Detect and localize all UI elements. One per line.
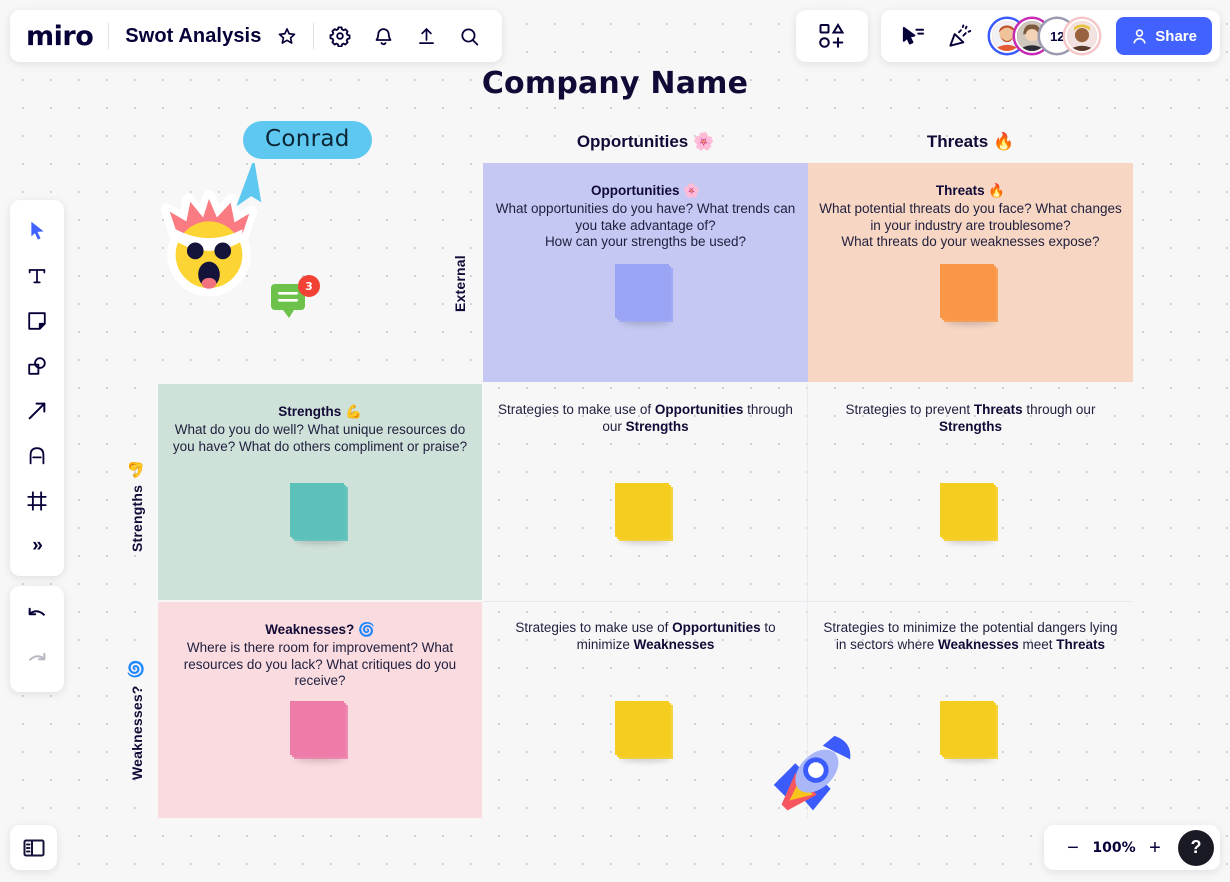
column-header-opportunities: Opportunities 🌸 [576, 132, 715, 151]
arrow-tool[interactable] [16, 388, 58, 433]
tool-rail: » [10, 200, 64, 576]
quadrant-opportunities-title: Opportunities 🌸 [590, 183, 701, 198]
share-button[interactable]: Share [1116, 17, 1212, 55]
quadrant-threats-title: Threats 🔥 [935, 183, 1006, 198]
comment-count-badge: 3 [298, 275, 320, 297]
pen-tool[interactable] [16, 433, 58, 478]
party-popper-icon[interactable] [942, 19, 976, 53]
shapes-panel-button[interactable] [796, 10, 868, 62]
quadrant-weaknesses-title: Weaknesses? 🌀 [265, 622, 375, 637]
sticky-note-weaknesses[interactable] [290, 701, 348, 762]
sticky-note-st[interactable] [940, 483, 998, 544]
board-company-title: Company Name [481, 66, 749, 101]
shapes-tool[interactable] [16, 343, 58, 388]
frame-tool[interactable] [16, 478, 58, 523]
zoom-out-button[interactable]: − [1058, 833, 1088, 863]
st-strategy-text: Strategies to prevent Threats through ou… [845, 402, 1096, 434]
wt-strategy-text: Strategies to minimize the potential dan… [823, 620, 1118, 652]
quadrant-threats-body: What potential threats do you face? What… [819, 201, 1122, 250]
wo-strategy-text: Strategies to make use of Opportunities … [515, 620, 776, 652]
search-icon[interactable] [452, 19, 486, 53]
flexed-biceps-emoji: 💪 [128, 460, 145, 479]
zoom-controls: − 100% + ? [1044, 825, 1220, 870]
quadrant-strengths-title: Strengths 💪 [278, 404, 362, 419]
sticky-note-wo[interactable] [615, 701, 673, 762]
more-tools-button[interactable]: » [16, 523, 58, 568]
collaborator-avatars[interactable]: 12 [990, 19, 1100, 53]
quadrant-opportunities-body: What opportunities do you have? What tre… [495, 201, 796, 250]
sticky-note-opportunities[interactable] [615, 264, 673, 325]
undo-icon[interactable] [16, 594, 58, 639]
header-divider-2 [313, 23, 315, 49]
help-button[interactable]: ? [1178, 829, 1214, 866]
column-header-threats: Threats 🔥 [926, 132, 1015, 151]
collaborator-cursor-label: Conrad [243, 121, 372, 159]
collaborator-cursor-pointer [222, 158, 272, 214]
quadrant-weaknesses-body: Where is there room for improvement? Wha… [183, 640, 457, 689]
text-tool[interactable] [16, 253, 58, 298]
cyclone-emoji: 🌀 [128, 660, 145, 680]
so-strategy-text: Strategies to make use of Opportunities … [498, 402, 793, 434]
axis-label-strengths-text: Strengths [129, 484, 145, 552]
board-header-bar: miro Swot Analysis [10, 10, 503, 62]
sticky-note-wt[interactable] [940, 701, 998, 762]
board-title[interactable]: Swot Analysis [109, 25, 270, 48]
axis-label-external: External [452, 240, 468, 312]
select-tool[interactable] [16, 208, 58, 253]
upload-icon[interactable] [409, 19, 443, 53]
gear-icon[interactable] [323, 19, 357, 53]
sticky-note-so[interactable] [615, 483, 673, 544]
avatar[interactable] [1065, 19, 1100, 53]
rocket-illustration [757, 728, 865, 826]
axis-label-weaknesses: Weaknesses? 🌀 [128, 640, 146, 780]
sidebar-panel-toggle[interactable] [10, 825, 57, 870]
star-icon[interactable] [270, 19, 304, 53]
zoom-level-label: 100% [1092, 839, 1136, 856]
miro-logo[interactable]: miro [26, 21, 108, 52]
axis-label-weaknesses-text: Weaknesses? [129, 685, 145, 780]
bell-icon[interactable] [366, 19, 400, 53]
share-button-label: Share [1155, 27, 1197, 45]
collaboration-bar: 12 Share [881, 10, 1220, 62]
history-rail [10, 586, 64, 692]
sticky-note-threats[interactable] [940, 264, 998, 325]
axis-label-strengths: Strengths 💪 [128, 440, 146, 552]
zoom-in-button[interactable]: + [1140, 833, 1170, 863]
redo-icon[interactable] [16, 639, 58, 684]
sticky-note-tool[interactable] [16, 298, 58, 343]
axis-label-external-text: External [452, 255, 468, 312]
sticky-note-strengths[interactable] [290, 483, 348, 544]
cursor-share-icon[interactable] [895, 19, 929, 53]
quadrant-strengths-body: What do you do well? What unique resourc… [172, 422, 468, 454]
